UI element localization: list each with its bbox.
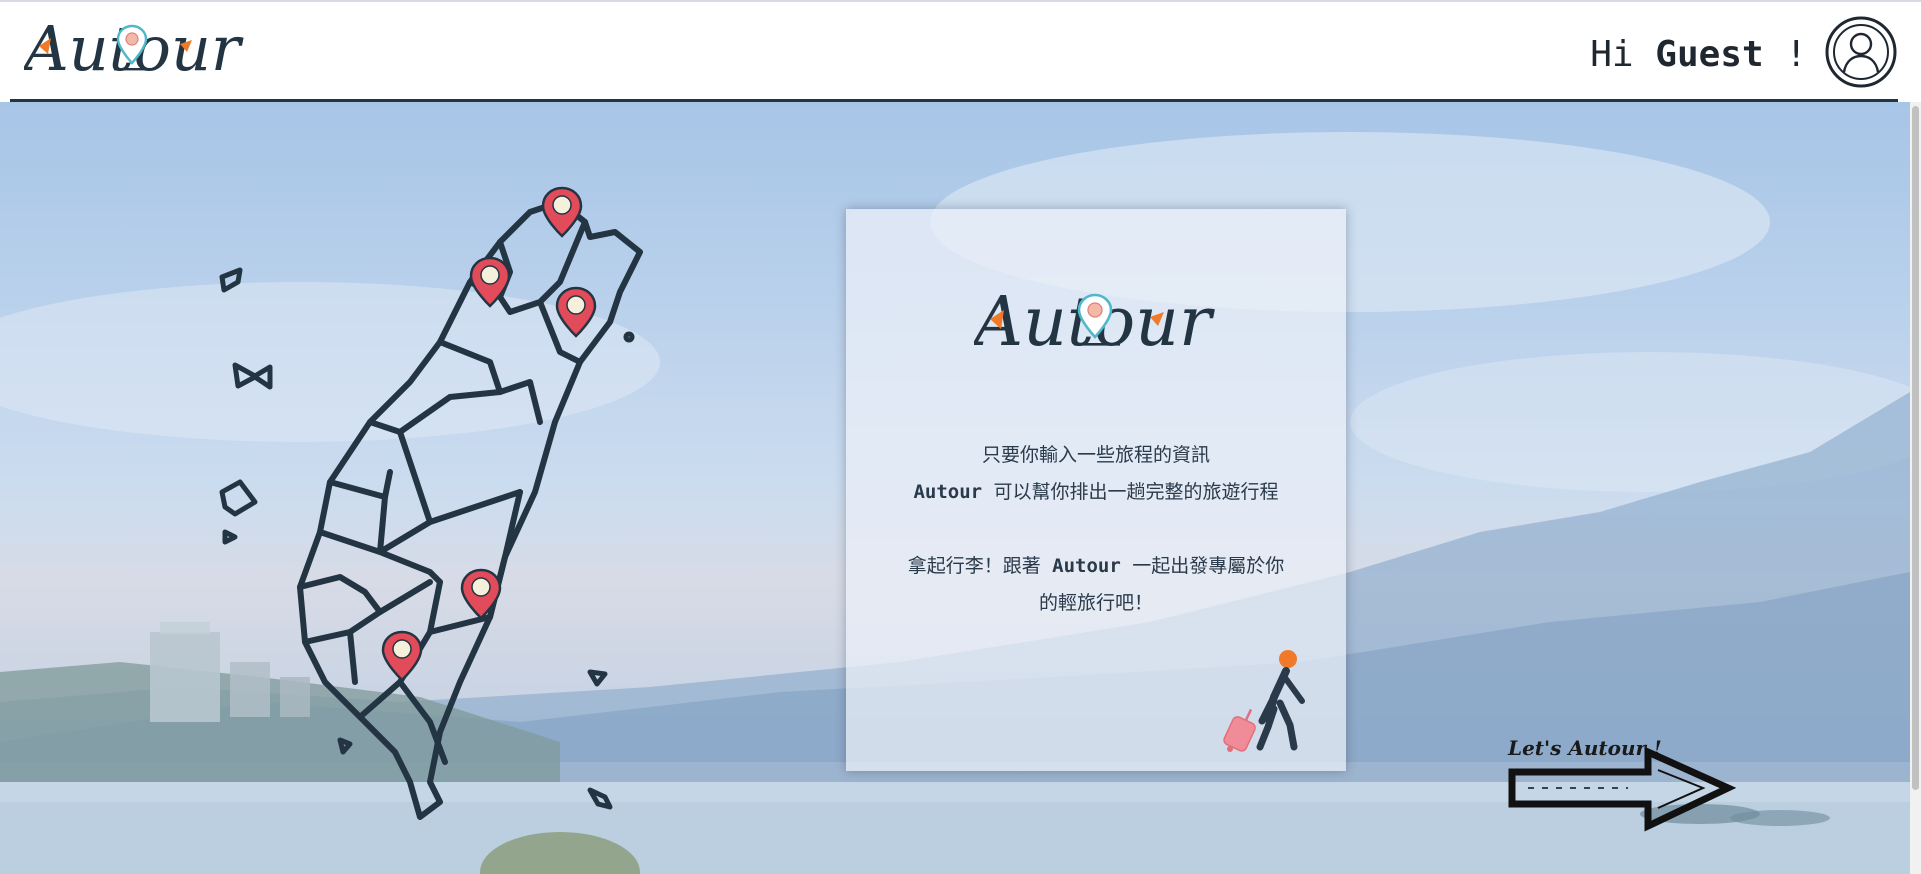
island-shape — [232, 362, 273, 390]
island-shape — [219, 267, 243, 293]
intro-line-1: 只要你輸入一些旅程的資訊 — [981, 444, 1210, 466]
brand-name: Autour — [913, 481, 983, 503]
island-shape — [587, 669, 608, 687]
user-avatar-icon[interactable] — [1825, 16, 1897, 88]
top-border — [0, 0, 1921, 2]
island-shape — [587, 787, 613, 810]
hero-section: Autour 只要你輸入一些旅程的資訊 Autour 可以幫你排出一趟完整的旅遊… — [0, 102, 1910, 874]
island-shape — [623, 331, 635, 343]
intro-line-2: Autour 可以幫你排出一趟完整的旅遊行程 — [846, 474, 1346, 511]
intro-line-2-text: 可以幫你排出一趟完整的旅遊行程 — [982, 481, 1279, 503]
lets-autour-button[interactable]: Let's Autour ! — [1508, 724, 1738, 834]
autour-logo[interactable]: Autour — [24, 8, 244, 90]
intro-card: Autour 只要你輸入一些旅程的資訊 Autour 可以幫你排出一趟完整的旅遊… — [846, 209, 1346, 771]
island-shape — [219, 479, 258, 517]
intro-text: 只要你輸入一些旅程的資訊 Autour 可以幫你排出一趟完整的旅遊行程 拿起行李… — [846, 437, 1346, 622]
intro-line-3b: 一起出發專屬於你 — [1120, 555, 1285, 577]
greeting-prefix: Hi — [1590, 34, 1656, 75]
page-scrollbar[interactable] — [1910, 102, 1921, 874]
logo-underline — [114, 68, 154, 71]
user-name: Guest — [1655, 34, 1764, 75]
scrollbar-thumb[interactable] — [1912, 106, 1919, 790]
intro-line-3a: 拿起行李！跟著 — [907, 555, 1053, 577]
intro-line-3: 拿起行李！跟著 Autour 一起出發專屬於你 — [846, 548, 1346, 585]
island-shape — [337, 737, 353, 755]
brand-name: Autour — [1052, 555, 1121, 577]
header: Autour Hi Guest ! — [0, 0, 1921, 102]
taiwan-map-illustration — [219, 186, 643, 820]
map-pin-icon — [541, 186, 583, 238]
greeting: Hi Guest ! — [1590, 34, 1807, 75]
traveler-suitcase-icon — [1223, 650, 1305, 752]
map-pin-icon — [381, 630, 423, 682]
map-pin-icon — [555, 286, 597, 338]
greeting-suffix: ! — [1763, 34, 1807, 75]
intro-line-4: 的輕旅行吧！ — [1038, 592, 1153, 614]
island-shape — [222, 529, 238, 545]
right-arrow-icon — [1508, 746, 1737, 832]
card-logo-underline — [1074, 343, 1120, 346]
card-autour-logo: Autour — [974, 283, 1215, 362]
